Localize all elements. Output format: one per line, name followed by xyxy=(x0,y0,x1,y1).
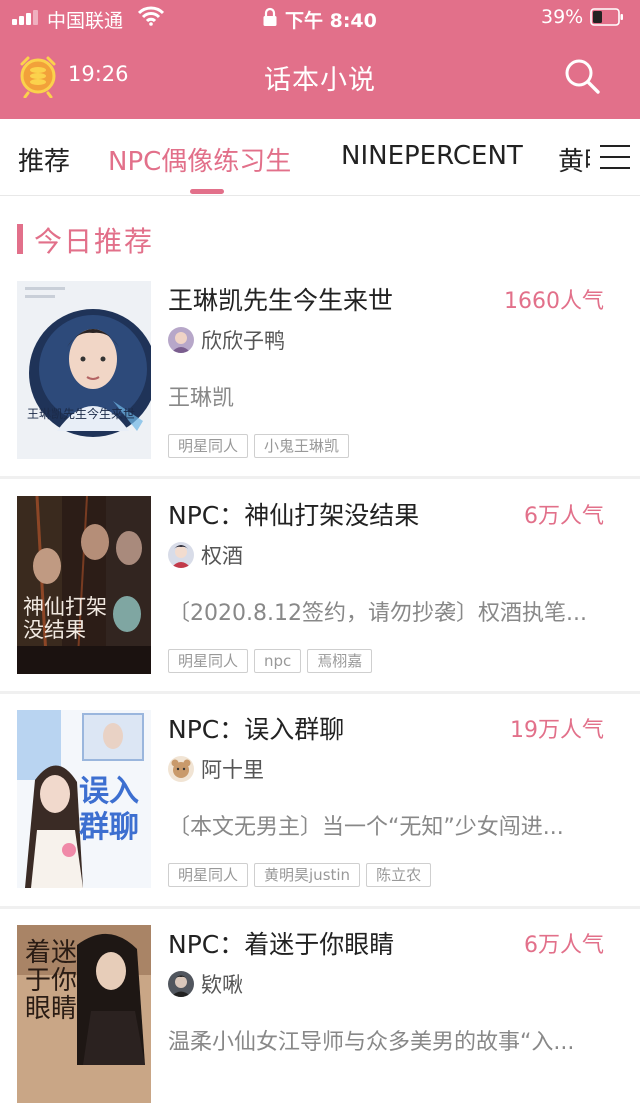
tag[interactable]: 明星同人 xyxy=(168,434,249,458)
book-item[interactable]: 王琳凯先生今生来世 王琳凯先生今生来世 1660人气 欣欣子鸭 王琳凯 明星同人… xyxy=(0,281,640,459)
signal-icon xyxy=(12,9,42,25)
tag[interactable]: 明星同人 xyxy=(168,863,249,887)
carrier-name: 中国联通 xyxy=(47,10,124,32)
tag[interactable]: 明星同人 xyxy=(168,649,249,673)
book-description: 王琳凯 xyxy=(168,386,235,411)
tag[interactable]: 焉栩嘉 xyxy=(307,649,373,673)
book-cover[interactable]: 误入群聊 xyxy=(17,710,151,888)
author-avatar[interactable] xyxy=(168,971,194,997)
author-name[interactable]: 欵啾 xyxy=(201,969,243,999)
active-tab-indicator xyxy=(190,189,224,194)
cover-title-text: 误入群聊 xyxy=(79,774,139,845)
tab-npc-idol[interactable]: NPC偶像练习生 xyxy=(108,141,291,178)
book-description: 〔本文无男主〕当一个“无知”少女闯进... xyxy=(168,815,564,840)
book-item[interactable]: 误入群聊 NPC：误入群聊 19万人气 阿十里 〔本文无男主〕当一个“无知”少女… xyxy=(0,710,640,888)
tag[interactable]: 陈立农 xyxy=(366,863,432,887)
tag-list: 明星同人 黄明昊justin 陈立农 xyxy=(168,863,437,889)
book-description: 〔2020.8.12签约，请勿抄袭〕权酒执笔... xyxy=(168,601,587,626)
book-description: 温柔小仙女江导师与众多美男的故事“入... xyxy=(168,1030,575,1055)
tab-ninepercent[interactable]: NINEPERCENT xyxy=(341,141,523,171)
status-time: 下午 8:40 xyxy=(285,10,377,32)
author-avatar[interactable] xyxy=(168,542,194,568)
menu-icon[interactable] xyxy=(600,145,630,169)
popularity-count: 6万人气 xyxy=(524,933,604,958)
book-title[interactable]: 王琳凯先生今生来世 xyxy=(168,281,393,317)
battery-percent: 39% xyxy=(541,6,584,28)
search-icon[interactable] xyxy=(562,56,602,96)
list-divider xyxy=(0,476,640,479)
tag[interactable]: npc xyxy=(254,649,302,673)
app-header: 中国联通 下午 8:40 39% 19:26 话本小说 xyxy=(0,0,640,119)
category-tabs: 推荐 NPC偶像练习生 NINEPERCENT 黄明 xyxy=(0,119,640,196)
status-bar: 中国联通 下午 8:40 39% xyxy=(0,0,640,36)
popularity-count: 19万人气 xyxy=(510,718,604,743)
popularity-count: 1660人气 xyxy=(504,289,604,314)
tag[interactable]: 黄明昊justin xyxy=(254,863,361,887)
tab-recommend[interactable]: 推荐 xyxy=(18,141,70,178)
book-cover[interactable]: 神仙打架没结果 xyxy=(17,496,151,674)
page-title: 话本小说 xyxy=(264,65,376,96)
author-name[interactable]: 权酒 xyxy=(201,540,243,570)
battery-icon xyxy=(590,8,623,26)
tag-list: 明星同人 npc 焉栩嘉 xyxy=(168,649,378,675)
book-item[interactable]: 神仙打架没结果 NPC：神仙打架没结果 6万人气 权酒 〔2020.8.12签约… xyxy=(0,496,640,674)
tag-list: 明星同人 小鬼王琳凯 xyxy=(168,434,355,460)
cover-title-text: 着迷于你眼睛 xyxy=(25,938,78,1024)
author-avatar[interactable] xyxy=(168,756,194,782)
popularity-count: 6万人气 xyxy=(524,504,604,529)
cover-title-text: 神仙打架没结果 xyxy=(23,595,107,642)
author-avatar[interactable] xyxy=(168,327,194,353)
author-name[interactable]: 阿十里 xyxy=(201,754,264,784)
tag[interactable]: 小鬼王琳凯 xyxy=(254,434,350,458)
book-title[interactable]: NPC：着迷于你眼睛 xyxy=(168,925,394,961)
section-marker xyxy=(17,224,23,254)
book-title[interactable]: NPC：神仙打架没结果 xyxy=(168,496,419,532)
list-divider xyxy=(0,691,640,694)
book-item[interactable]: 着迷于你眼睛 NPC：着迷于你眼睛 6万人气 欵啾 温柔小仙女江导师与众多美男的… xyxy=(0,925,640,1103)
list-divider xyxy=(0,906,640,909)
cover-title-text: 王琳凯先生今生来世 xyxy=(27,407,136,421)
book-cover[interactable]: 着迷于你眼睛 xyxy=(17,925,151,1103)
section-title: 今日推荐 xyxy=(34,225,155,258)
book-cover[interactable]: 王琳凯先生今生来世 xyxy=(17,281,151,459)
author-name[interactable]: 欣欣子鸭 xyxy=(201,325,285,355)
book-title[interactable]: NPC：误入群聊 xyxy=(168,710,344,746)
wifi-icon xyxy=(138,6,164,26)
lock-icon xyxy=(263,7,277,26)
